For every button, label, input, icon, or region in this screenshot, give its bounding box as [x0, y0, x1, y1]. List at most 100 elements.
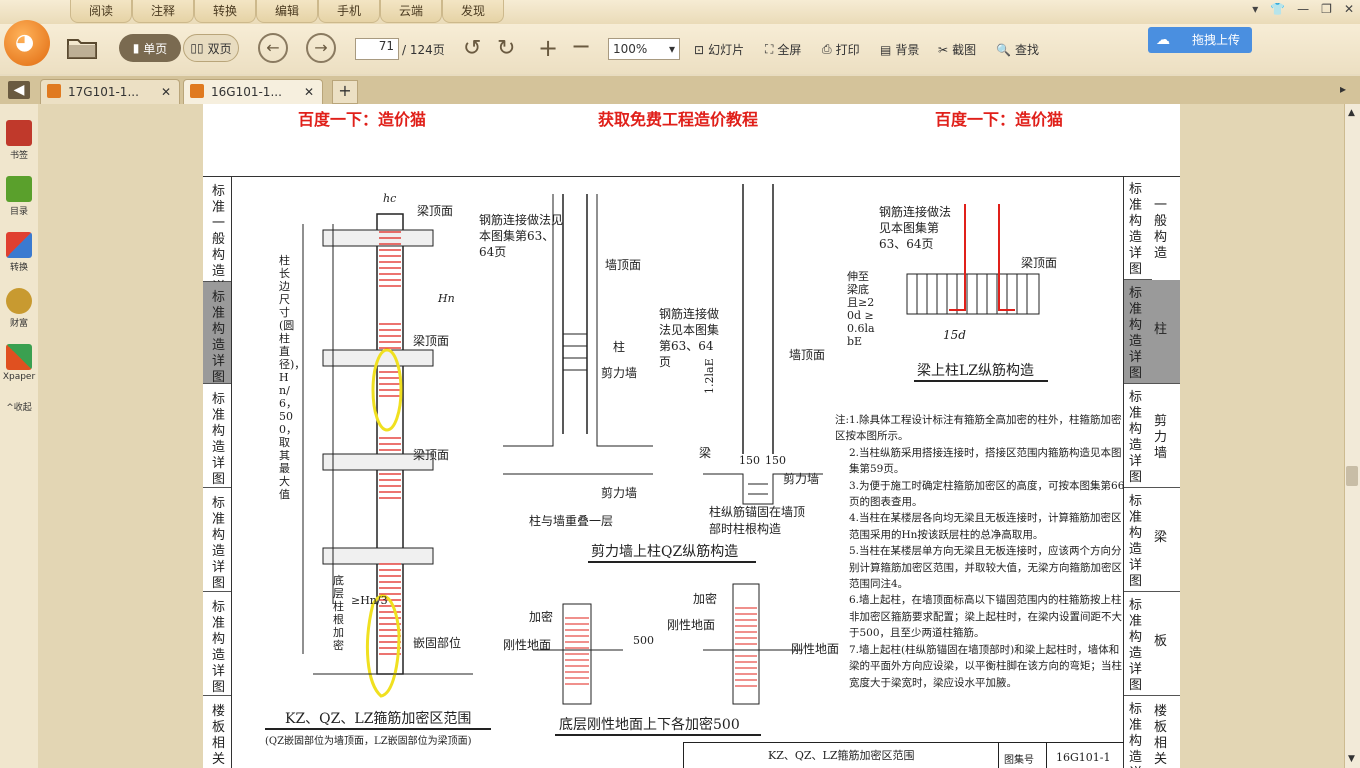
search-icon: 🔍: [996, 42, 1011, 57]
find-button[interactable]: 🔍 查找: [996, 41, 1039, 58]
upload-label: 拖拽上传: [1192, 33, 1241, 47]
notes-block: 注:1.除具体工程设计标注有箍筋全高加密的柱外，柱箍筋加密区按本图所示。 2.当…: [835, 412, 1125, 691]
rotate-left-icon[interactable]: ↺: [463, 36, 481, 61]
fig1-title-underline: [265, 728, 491, 730]
fig1-embed-label: 嵌固部位: [413, 636, 462, 650]
right-tab-2: 标准构造详图柱: [1124, 280, 1180, 384]
sidebar-item-toc[interactable]: 目录: [2, 176, 36, 217]
fig3-title: 梁上柱LZ纵筋构造: [917, 363, 1035, 379]
minimize-icon[interactable]: —: [1297, 2, 1309, 20]
menu-cloud[interactable]: 云端: [380, 0, 442, 23]
figure-column-stirrup-zones: [302, 213, 473, 698]
header-right-text: 百度一下：造价猫: [935, 110, 1064, 129]
screenshot-button[interactable]: ✂ 截图: [938, 41, 976, 58]
sidebar-label: Xpaper: [2, 372, 36, 382]
zoom-out-icon[interactable]: −: [571, 32, 591, 60]
right-tab-text: 标准构造详图: [1129, 286, 1143, 381]
fig2-caption-b: 柱纵筋锚固在墙顶部时柱根构造: [709, 505, 806, 536]
left-sidebar: 书签 目录 转换 财富 Xpaper ^收起: [0, 104, 39, 768]
upload-button[interactable]: ☁ 拖拽上传: [1148, 27, 1252, 53]
scroll-up-icon[interactable]: ▲: [1348, 108, 1355, 118]
fig2-wall-top-2: 墙顶面: [789, 348, 826, 362]
fig3-beam-top: 梁顶面: [1021, 256, 1058, 270]
scroll-down-icon[interactable]: ▼: [1348, 754, 1355, 764]
left-tab-1: 标准一般构造详图: [203, 176, 231, 311]
sidebar-item-convert[interactable]: 转换: [2, 232, 36, 273]
scrollbar-thumb[interactable]: [1346, 466, 1358, 486]
tab-menu-icon[interactable]: ▸: [1340, 82, 1346, 96]
menu-read[interactable]: 阅读: [70, 0, 132, 23]
sidebar-label: 书签: [9, 151, 28, 161]
fig2-shear-wall-2: 剪力墙: [783, 472, 820, 486]
footer-code: 16G101-1: [1056, 751, 1111, 764]
new-tab-button[interactable]: +: [332, 80, 358, 104]
right-tab-text: 标准构造详图: [1129, 702, 1143, 768]
close-icon[interactable]: ✕: [1344, 2, 1354, 20]
slideshow-icon: ⊡: [694, 42, 705, 57]
fig2-wall-top: 墙顶面: [605, 258, 642, 272]
header-left-text: 百度一下：造价猫: [298, 110, 427, 129]
double-page-button[interactable]: ▯▯ 双页: [183, 34, 239, 62]
sidebar-item-bookmark[interactable]: 书签: [2, 120, 36, 161]
right-tab-side: 楼板相关: [1154, 704, 1168, 767]
next-page-icon[interactable]: →: [306, 33, 336, 63]
scissors-icon: ✂: [938, 42, 949, 57]
restore-icon[interactable]: ❐: [1321, 2, 1332, 20]
note-3: 3.为便于施工时确定柱箍筋加密区的高度，可按本图集第66页的图表查用。: [849, 479, 1125, 509]
note-6: 6.墙上起柱，在墙顶面标高以下锚固范围内的柱箍筋按上柱非加密区箍筋要求配置；梁上…: [849, 594, 1122, 640]
note-2: 2.当柱纵筋采用搭接连接时，搭接区范围内箍筋构造见本图集第59页。: [849, 446, 1122, 476]
close-tab-icon[interactable]: ✕: [161, 80, 171, 104]
zoom-in-icon[interactable]: +: [538, 34, 558, 62]
fig3-title-underline: [914, 380, 1048, 382]
skin-icon[interactable]: 👕: [1270, 2, 1285, 20]
page-number-input[interactable]: 71: [355, 38, 399, 60]
open-folder-icon[interactable]: [66, 34, 98, 60]
page-total: / 124页: [402, 43, 445, 57]
left-tab-2: 标准构造详图: [203, 282, 231, 385]
fig4-rigid-ground-2: 刚性地面: [667, 618, 716, 632]
fig2-title: 剪力墙上柱QZ纵筋构造: [591, 544, 739, 560]
app-logo-icon[interactable]: ◕: [4, 20, 50, 66]
convert-icon: [6, 232, 32, 258]
prev-page-icon[interactable]: ←: [258, 33, 288, 63]
vertical-scrollbar[interactable]: ▲ ▼: [1344, 104, 1360, 768]
tab-document-1[interactable]: 17G101-1... ✕: [40, 79, 180, 104]
menu-annotate[interactable]: 注释: [132, 0, 194, 23]
header-center-text: 获取免费工程造价教程: [598, 110, 759, 129]
fig4-jiami-2: 加密: [693, 592, 718, 606]
fig4-jiami: 加密: [529, 610, 554, 624]
footer-label: 图集号: [1004, 755, 1034, 766]
right-tab-side: 柱: [1154, 322, 1168, 337]
close-tab-icon[interactable]: ✕: [304, 80, 314, 104]
sidebar-collapse[interactable]: ^收起: [2, 400, 36, 413]
sidebar-item-money[interactable]: 财富: [2, 288, 36, 329]
rotate-right-icon[interactable]: ↻: [497, 36, 515, 61]
pdf-file-icon: [190, 84, 204, 98]
toggle-sidebar-icon[interactable]: ◀: [8, 81, 30, 99]
xpaper-icon: [6, 344, 32, 370]
fig3-anchor-note: 伸至梁底且≥20d ≥0.6labE: [847, 270, 875, 348]
fig1-hn-label: Hn: [438, 292, 455, 305]
single-page-button[interactable]: ▮ 单页: [119, 34, 181, 62]
slideshow-button[interactable]: ⊡ 幻灯片: [694, 41, 744, 58]
menu-convert[interactable]: 转换: [194, 0, 256, 23]
sidebar-item-xpaper[interactable]: Xpaper: [2, 344, 36, 382]
fig3-rebar-note: 钢筋连接做法见本图集第63、64页: [879, 205, 952, 251]
right-tab-6: 标准构造详图楼板相关: [1124, 696, 1180, 768]
print-label: 打印: [835, 43, 860, 57]
menu-mobile[interactable]: 手机: [318, 0, 380, 23]
chevron-down-icon: ▾: [668, 42, 675, 56]
menu-discover[interactable]: 发现: [442, 0, 504, 23]
print-button[interactable]: ⎙ 打印: [822, 41, 860, 58]
fullscreen-button[interactable]: ⛶ 全屏: [765, 41, 801, 58]
tab-document-2[interactable]: 16G101-1... ✕: [183, 79, 323, 104]
zoom-select[interactable]: 100% ▾: [608, 38, 680, 60]
menu-edit[interactable]: 编辑: [256, 0, 318, 23]
dropdown-icon[interactable]: ▾: [1252, 2, 1258, 20]
fig1-side-note: 柱长边尺寸(圆柱直径)，Hn/6，500，取其最大值: [279, 254, 306, 501]
right-tab-side: 剪力墙: [1154, 414, 1168, 461]
background-button[interactable]: ▤ 背景: [880, 41, 919, 58]
right-tab-text: 标准构造详图: [1129, 494, 1143, 589]
sidebar-label: 财富: [9, 319, 28, 329]
note-4: 4.当柱在某楼层各向均无梁且无板连接时，计算箍筋加密区范围采用的Hn按该跃层柱的…: [849, 512, 1122, 541]
